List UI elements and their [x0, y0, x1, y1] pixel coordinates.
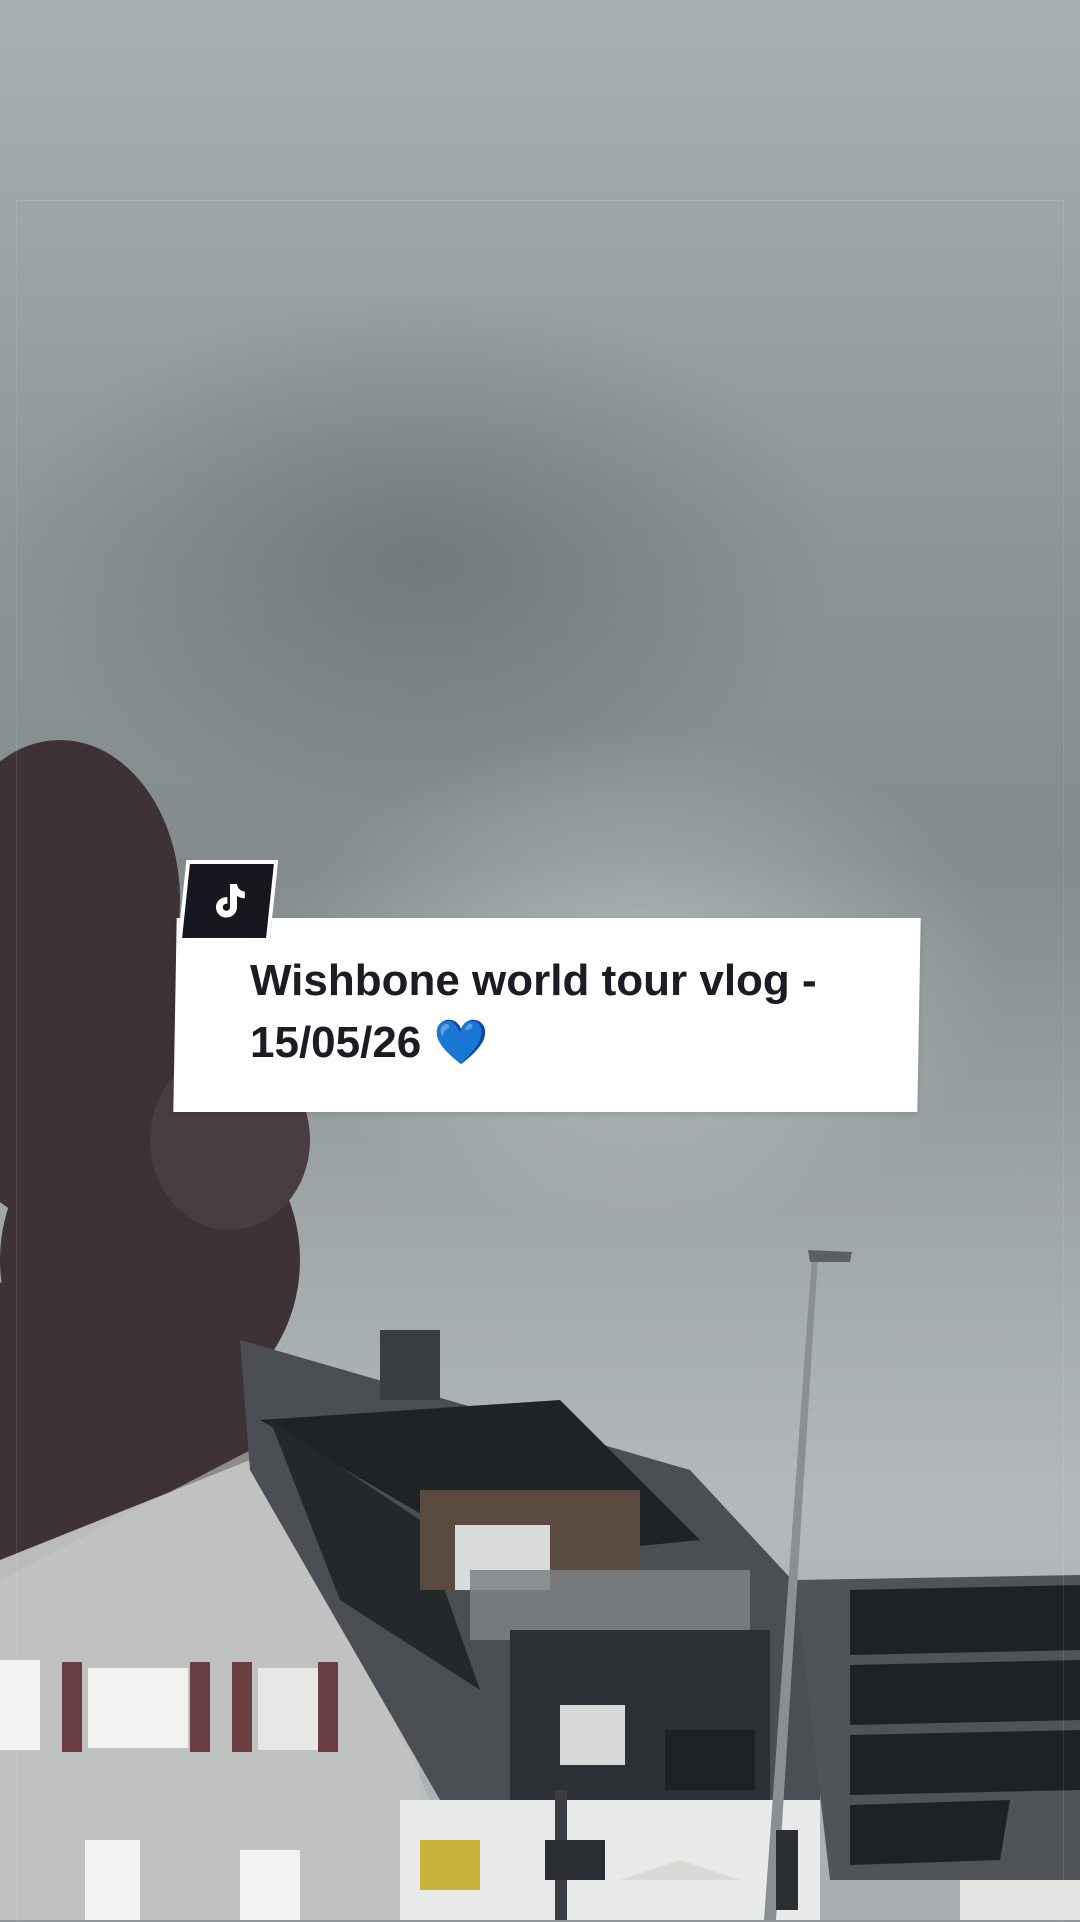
tiktok-badge	[177, 860, 279, 942]
video-caption: Wishbone world tour vlog - 15/05/26 💙	[250, 956, 817, 1067]
tiktok-note-icon	[216, 884, 245, 918]
